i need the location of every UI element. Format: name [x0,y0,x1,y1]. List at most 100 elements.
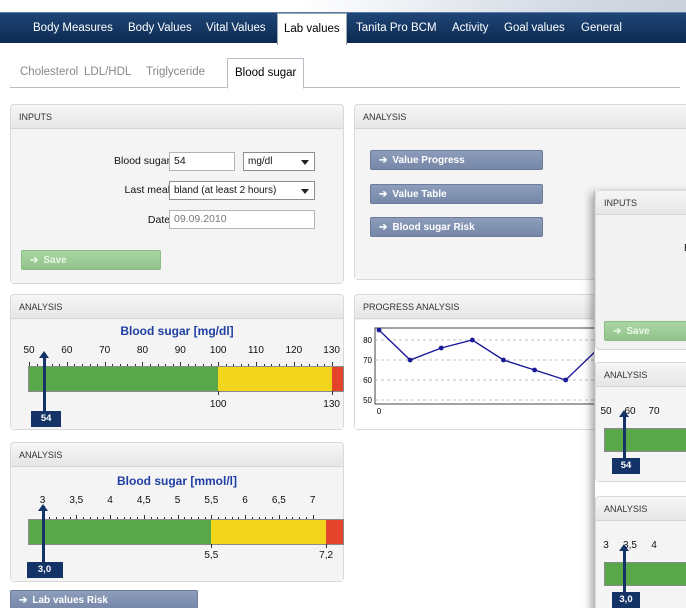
arrow-up-icon [619,544,629,551]
gauge_mmol-tick-label: 5,5 [204,495,219,506]
gauge_mmol-zone [29,520,212,544]
data-point [376,327,382,333]
overlay-gauge-2: 3 3,5 4 3,0 [596,522,686,608]
gauge-mgdl-title: Blood sugar [mg/dl] [120,324,234,338]
overlay-zone [604,428,686,452]
topnav-general[interactable]: General [581,13,622,44]
analysis-actions-title: ANALYSIS [355,105,686,129]
overlay-save-button[interactable]: ➔ Save [604,321,686,341]
blood-sugar-risk-button[interactable]: ➔ Blood sugar Risk [370,217,543,237]
gauge_mgdl-threshold-label: 130 [323,399,340,410]
arrow-right-icon: ➔ [30,255,39,266]
subtab-ldl-hdl[interactable]: LDL/HDL [84,66,131,78]
overlay-inputs-title: INPUTS [596,191,686,215]
gauge_mmol-zone [211,520,327,544]
gauge_mgdl-tick-label: 130 [323,345,340,356]
lab-values-risk-label: Lab values Risk [32,595,108,606]
chevron-down-icon [301,189,309,194]
arrow-right-icon: ➔ [379,155,388,166]
gauge_mmol-tick-label: 5 [174,495,181,506]
app-window: Body Measures Body Values Vital Values L… [0,0,686,608]
gauge_mgdl-value-badge: 54 [31,411,62,427]
overlay-value-badge: 3,0 [612,592,640,608]
data-point [438,345,444,351]
overlapping-window: INPUTS B ➔Save ANALYSIS 50607054 ANALYSI… [594,190,686,608]
value-progress-button[interactable]: ➔ Value Progress [370,150,543,170]
arrow-right-icon: ➔ [379,189,388,200]
subtab-triglyceride[interactable]: Triglyceride [146,66,205,78]
gauge_mgdl-zone [218,367,332,391]
gauge_mmol-threshold-label: 5,5 [204,550,219,561]
last-meal-select-value: bland (at least 2 hours) [174,185,277,196]
blood-sugar-label: Blood sugar: [114,155,173,167]
lab-values-risk-button[interactable]: ➔ Lab values Risk [10,590,198,608]
gauge_mmol-threshold-mark [211,544,213,548]
overlay-tick-label: 3 [603,540,609,551]
gauge_mmol-tick-label: 4,5 [136,495,151,506]
arrow-up-icon [619,410,629,417]
blood-sugar-risk-label: Blood sugar Risk [392,222,475,233]
overlay-tick-label: 50 [600,406,612,417]
gauge-mgdl-panel-title: ANALYSIS [11,295,343,319]
subtab-blood-sugar[interactable]: Blood sugar [227,58,305,89]
overlay-analysis-title-1: ANALYSIS [596,363,686,387]
gauge_mgdl-tick-label: 60 [61,345,73,356]
x-tick-label: 0 [377,407,382,416]
gauge_mmol-tick-label: 6,5 [271,495,286,506]
gauge-mgdl: Blood sugar [mg/dl] 50 60 70 80 90 100 110 120 1… [11,320,344,429]
topnav-activity[interactable]: Activity [452,13,488,44]
gauge-mmol-panel-title: ANALYSIS [11,443,343,467]
last-meal-label: Last meal: [124,184,173,196]
topnav-vital-values[interactable]: Vital Values [206,13,266,44]
date-label: Date: [147,214,173,226]
arrow-right-icon: ➔ [19,595,28,606]
gauge_mgdl-zone [29,367,219,391]
y-tick-label: 70 [363,356,372,365]
value-table-label: Value Table [392,189,447,200]
gauge-mmol: Blood sugar [mmol/l] 3 3,5 4 4,5 5 5,5 6 6,5 7 5,… [11,468,344,581]
data-point [469,337,475,343]
gauge_mgdl-pointer [43,353,47,411]
overlay-gauge-1: 50 60 70 54 [596,388,686,481]
data-point [532,367,537,373]
topnav-tanita-pro-bcm[interactable]: Tanita Pro BCM [356,13,437,44]
arrow-right-icon: ➔ [379,222,388,233]
value-progress-label: Value Progress [392,155,465,166]
gauge_mgdl-tick-label: 90 [174,345,186,356]
gauge_mmol-tick-label: 7 [309,495,316,506]
gauge_mgdl-zone [331,367,343,391]
unit-select[interactable]: mg/dl [243,152,315,171]
blood-sugar-input[interactable]: 54 [169,152,235,171]
save-button[interactable]: ➔ Save [21,250,161,270]
arrow-right-icon: ➔ [613,326,622,337]
gauge-mgdl-panel: ANALYSIS Blood sugar [mg/dl] 50 60 70 80 90 1… [10,294,344,430]
topnav-body-values[interactable]: Body Values [128,13,192,44]
data-point [407,357,413,363]
inputs-panel-title: INPUTS [11,105,343,129]
overlay-analysis-title-2: ANALYSIS [596,497,686,521]
overlay-tick-label: 4 [651,540,657,551]
last-meal-select[interactable]: bland (at least 2 hours) [169,181,315,200]
topnav-body-measures[interactable]: Body Measures [33,13,113,44]
overlay-value-badge: 54 [612,458,640,474]
overlay-inputs-panel: INPUTS B ➔Save [595,190,686,350]
gauge_mgdl-threshold-label: 100 [209,399,227,410]
gauge_mmol-tick-label: 4 [107,495,113,506]
gauge-mmol-title: Blood sugar [mmol/l] [117,474,237,488]
value-table-button[interactable]: ➔ Value Table [370,184,543,204]
chevron-down-icon [301,160,309,165]
topnav-lab-values[interactable]: Lab values [277,13,347,45]
gauge_mgdl-tick-label: 100 [209,345,227,356]
inputs-panel: INPUTS Blood sugar: 54 mg/dl Last meal: … [10,104,344,284]
gauge_mmol-tick-label: 6 [242,495,248,506]
window-glare [300,0,686,12]
date-input[interactable]: 09.09.2010 [169,210,315,229]
gauge_mgdl-tick-label: 120 [285,345,303,356]
subtab-cholesterol[interactable]: Cholesterol [20,66,78,78]
unit-select-value: mg/dl [248,156,273,167]
y-tick-label: 50 [363,396,372,405]
save-button-label: Save [43,255,67,266]
topnav-goal-values[interactable]: Goal values [504,13,565,44]
gauge_mmol-zone [326,520,343,544]
gauge_mmol-value-badge: 3,0 [26,562,63,578]
